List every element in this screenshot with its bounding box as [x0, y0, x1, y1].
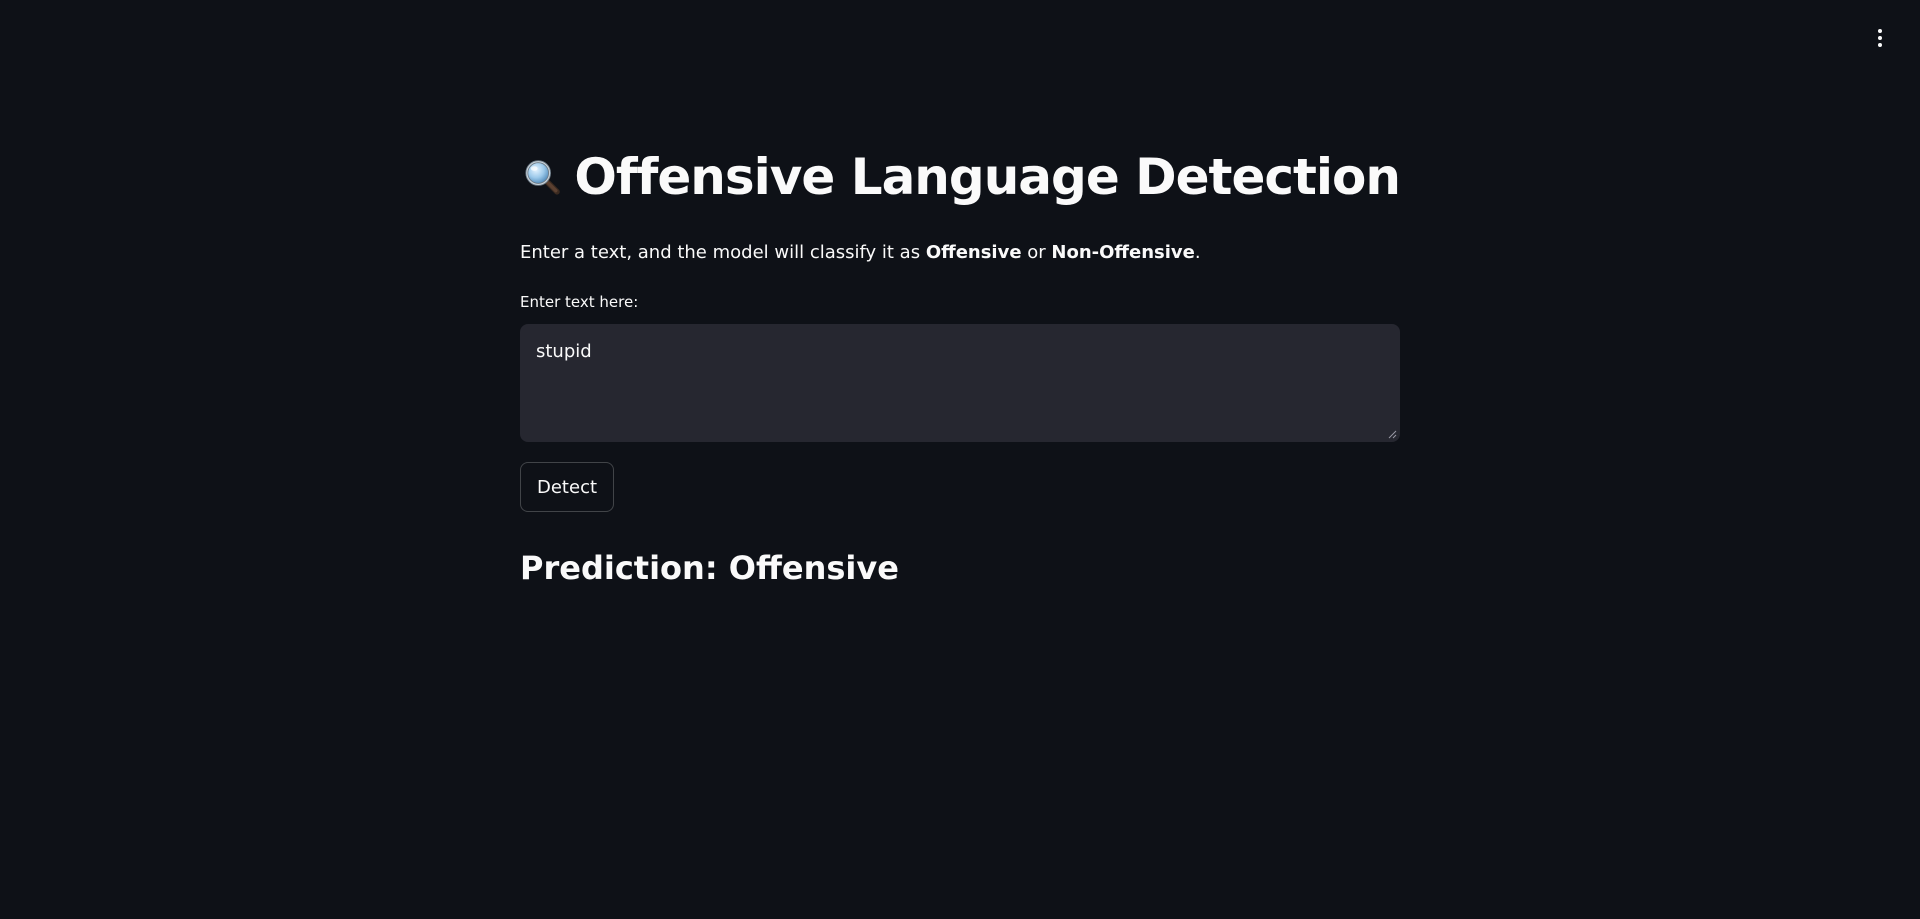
description-prefix: Enter a text, and the model will classif…: [520, 242, 926, 263]
page-title: Offensive Language Detection: [574, 148, 1401, 206]
text-input-label: Enter text here:: [520, 293, 639, 311]
prediction-result: Prediction: Offensive: [520, 549, 899, 587]
description-label-offensive: Offensive: [925, 242, 1022, 263]
resize-handle-icon[interactable]: [1388, 430, 1397, 439]
magnifying-glass-icon: [525, 160, 560, 195]
description-label-non-offensive: Non-Offensive: [1051, 242, 1195, 263]
detect-button[interactable]: Detect: [520, 462, 615, 512]
description-suffix: .: [1194, 242, 1201, 263]
main-menu-button[interactable]: [1866, 22, 1894, 54]
vertical-ellipsis-icon: [1878, 29, 1882, 33]
app-root: Offensive Language Detection Enter a tex…: [0, 0, 1920, 919]
main-content: Offensive Language Detection Enter a tex…: [520, 140, 1401, 588]
page-description: Enter a text, and the model will classif…: [520, 240, 1400, 266]
page-header: Offensive Language Detection: [520, 140, 1401, 214]
text-input[interactable]: stupid: [520, 324, 1400, 442]
text-input-container: stupid: [520, 324, 1400, 442]
vertical-ellipsis-icon-dot-3: [1878, 43, 1882, 47]
description-connector: or: [1021, 242, 1052, 263]
vertical-ellipsis-icon-dot-2: [1878, 36, 1882, 40]
